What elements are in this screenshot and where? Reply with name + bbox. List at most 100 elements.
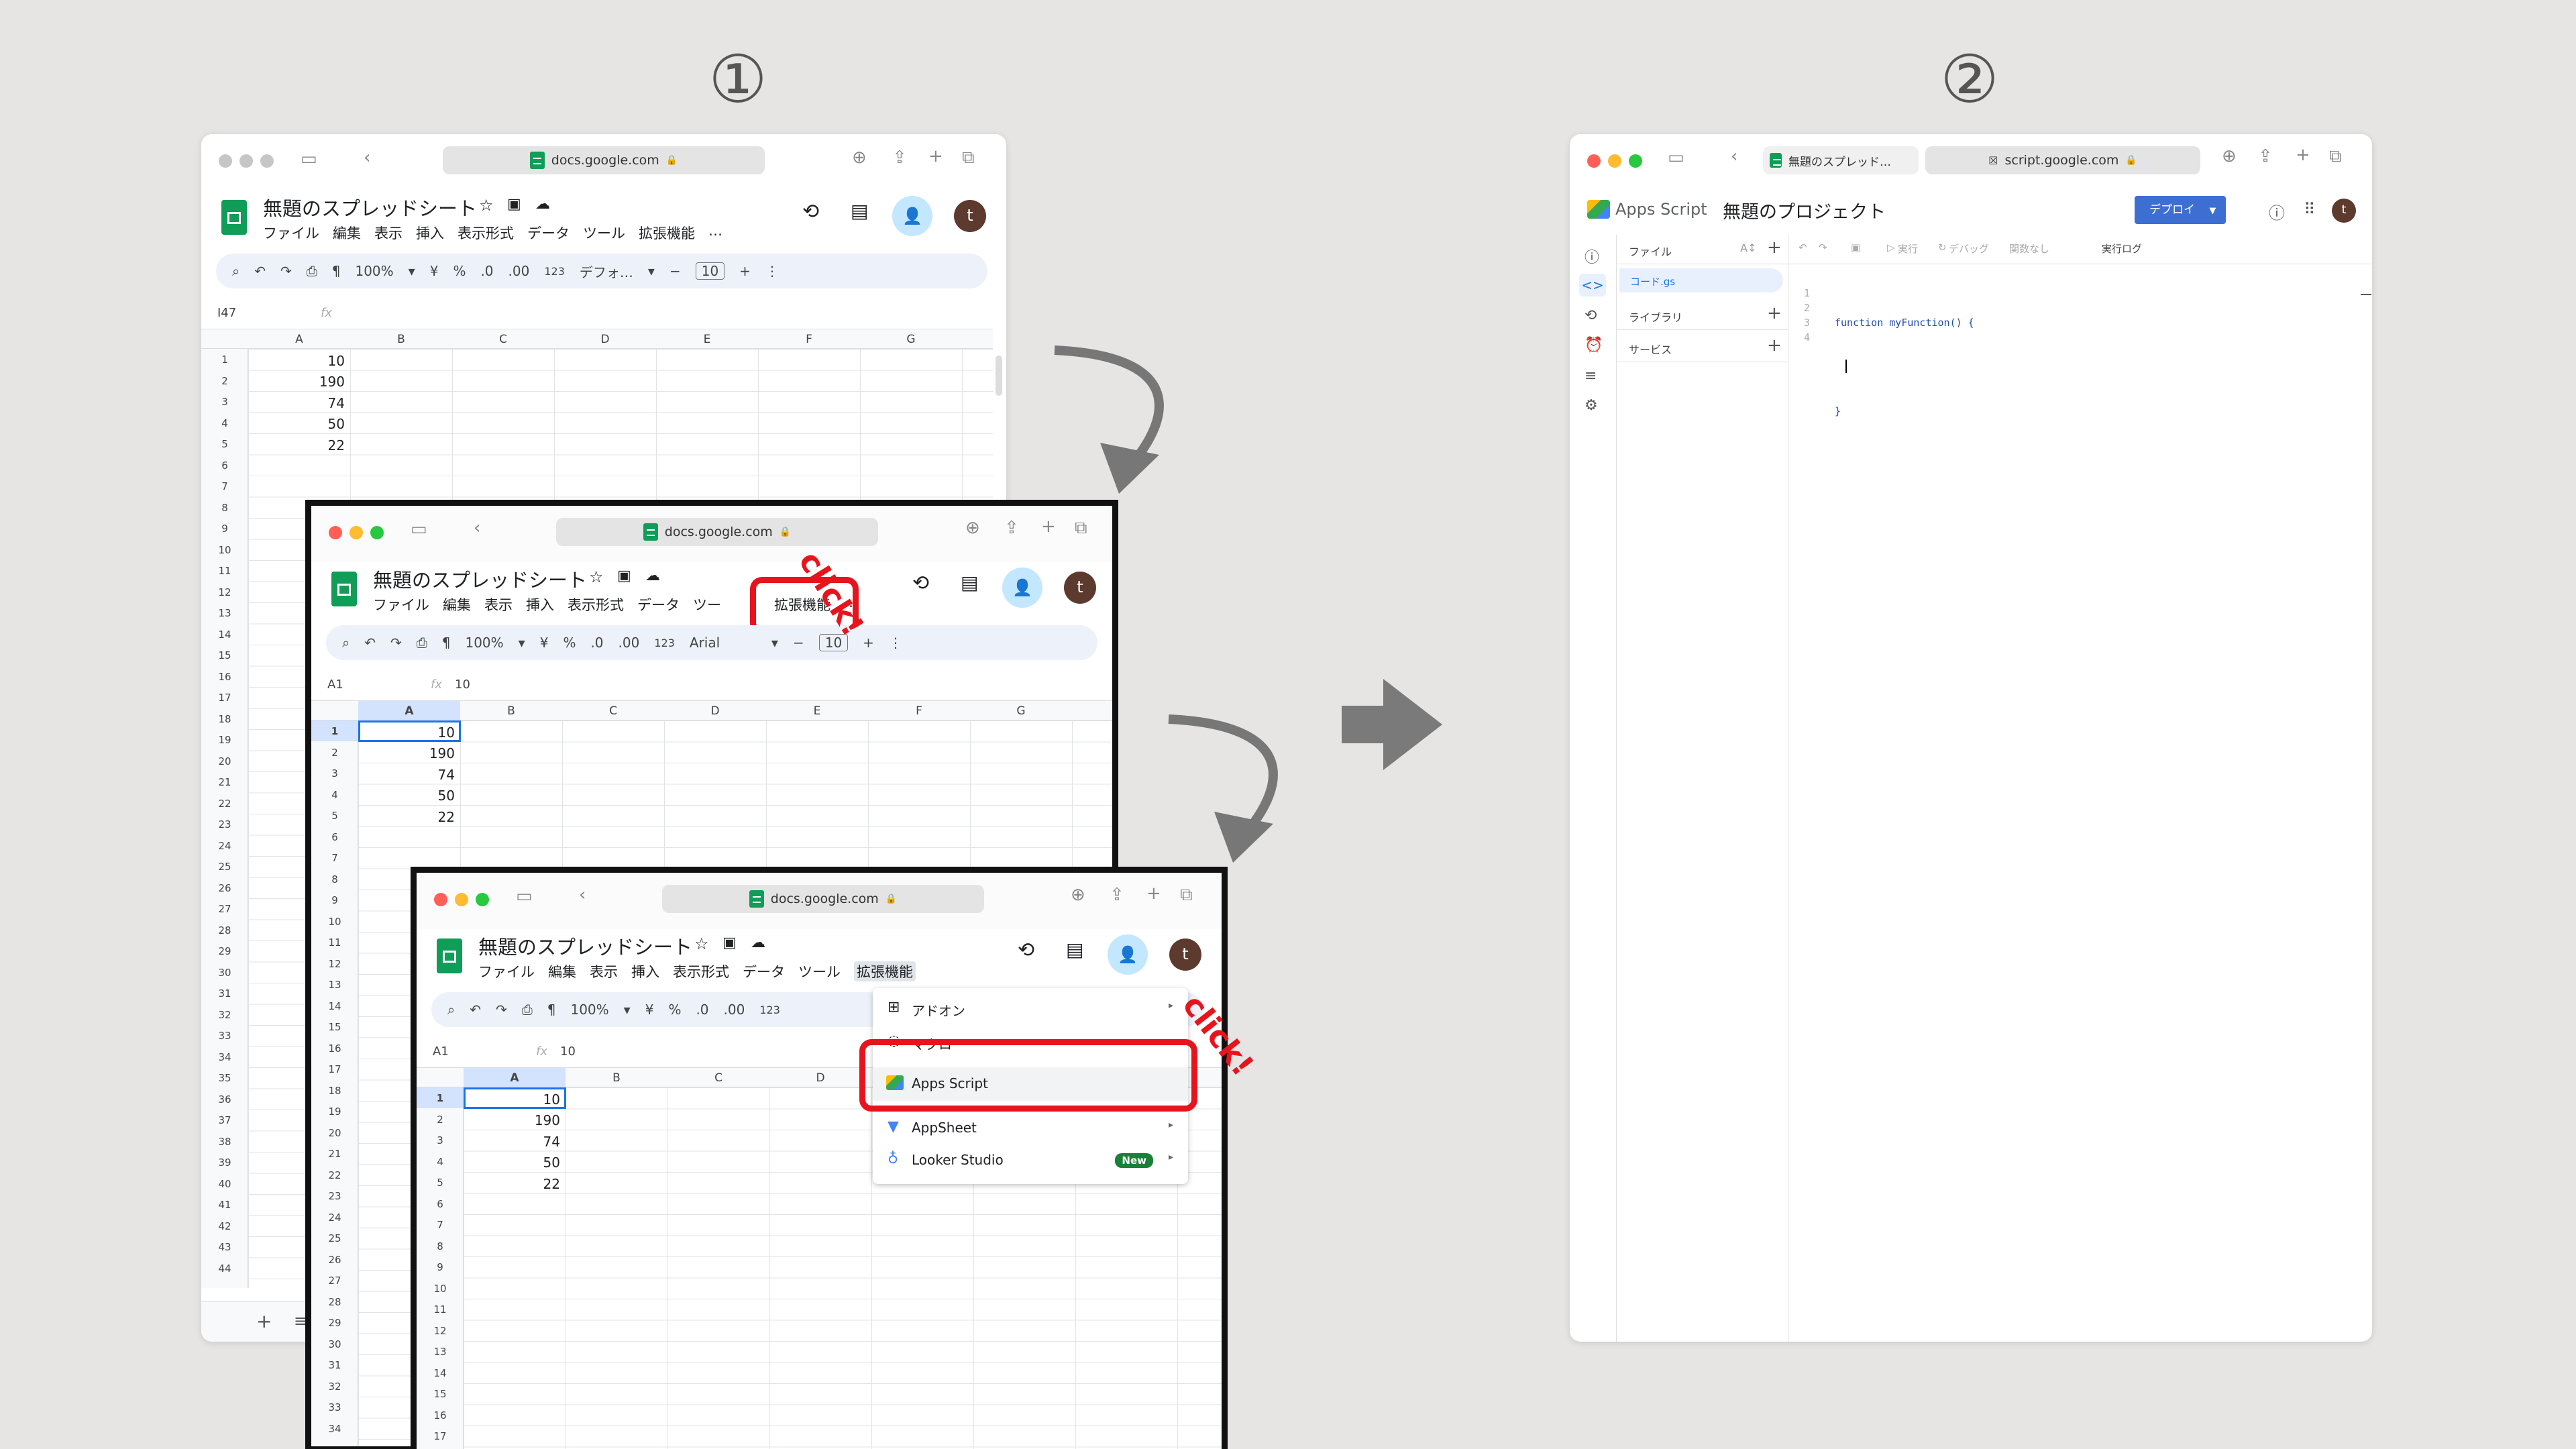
- undo-icon[interactable]: ↶: [254, 263, 266, 279]
- new-tab-icon[interactable]: +: [1146, 883, 1161, 904]
- font-select[interactable]: デフォ…: [580, 262, 633, 281]
- new-tab-icon[interactable]: +: [928, 146, 943, 166]
- row-header[interactable]: 43: [201, 1241, 248, 1253]
- row-header[interactable]: 28: [311, 1296, 358, 1308]
- sheets-logo[interactable]: [331, 572, 357, 606]
- row-header[interactable]: 35: [201, 1072, 248, 1084]
- increase-decimal-button[interactable]: .00: [619, 635, 640, 651]
- menu-edit[interactable]: 編集: [443, 594, 471, 614]
- row-header[interactable]: 7: [417, 1219, 464, 1231]
- row-header[interactable]: 16: [417, 1409, 464, 1421]
- share-icon[interactable]: ⇪: [892, 148, 907, 168]
- menu-data[interactable]: データ: [743, 961, 785, 981]
- row-header[interactable]: 29: [201, 945, 248, 957]
- column-header[interactable]: D: [769, 1071, 871, 1085]
- tabs-icon[interactable]: ⧉: [962, 148, 975, 168]
- currency-button[interactable]: ¥: [645, 1002, 654, 1018]
- row-header[interactable]: 28: [201, 924, 248, 936]
- row-header[interactable]: 6: [201, 460, 248, 472]
- row-header[interactable]: 34: [311, 1423, 358, 1435]
- row-header[interactable]: 3: [417, 1134, 464, 1146]
- row-header[interactable]: 24: [311, 1212, 358, 1224]
- row-header[interactable]: 26: [311, 1254, 358, 1266]
- percent-button[interactable]: %: [563, 635, 576, 651]
- debug-icon[interactable]: ↻: [1938, 241, 1947, 254]
- decrease-decimal-button[interactable]: .0: [480, 263, 493, 279]
- menu-insert[interactable]: 挿入: [416, 223, 444, 243]
- row-header[interactable]: 19: [311, 1106, 358, 1118]
- column-header[interactable]: B: [566, 1071, 667, 1085]
- cloud-icon[interactable]: ☁: [535, 196, 550, 213]
- search-icon[interactable]: ⌕: [342, 635, 350, 651]
- font-select[interactable]: Arial: [690, 635, 757, 651]
- sidebar-icon[interactable]: ▭: [411, 519, 427, 539]
- code-line[interactable]: }: [1835, 404, 1974, 419]
- row-header[interactable]: 11: [201, 565, 248, 577]
- window-controls[interactable]: [219, 154, 274, 168]
- menu-view[interactable]: 表示: [484, 594, 513, 614]
- row-header[interactable]: 29: [311, 1317, 358, 1329]
- avatar[interactable]: t: [2332, 199, 2356, 223]
- row-header[interactable]: 23: [311, 1190, 358, 1202]
- row-header[interactable]: 2: [311, 747, 358, 759]
- minus-icon[interactable]: −: [669, 263, 681, 279]
- cloud-icon[interactable]: ☁: [645, 568, 660, 584]
- row-header[interactable]: 10: [311, 916, 358, 928]
- column-header[interactable]: F: [758, 333, 860, 346]
- row-header[interactable]: 5: [201, 438, 248, 450]
- row-header[interactable]: 7: [201, 480, 248, 492]
- column-header-selected[interactable]: A: [358, 701, 460, 721]
- doc-title[interactable]: 無題のスプレッドシート: [263, 193, 477, 221]
- row-header[interactable]: 13: [417, 1346, 464, 1358]
- row-header[interactable]: 4: [201, 417, 248, 429]
- cell-a5[interactable]: 22: [464, 1176, 560, 1192]
- tabs-icon[interactable]: ⧉: [2329, 146, 2342, 167]
- row-header[interactable]: 12: [201, 586, 248, 598]
- redo-icon[interactable]: ↷: [496, 1002, 507, 1018]
- share-icon[interactable]: ⇪: [1110, 885, 1124, 905]
- row-header[interactable]: 26: [201, 882, 248, 894]
- add-library-icon[interactable]: +: [1767, 303, 1782, 323]
- trigger-alarm-icon[interactable]: ⏰: [1585, 337, 1603, 354]
- address-bar[interactable]: docs.google.com 🔒: [556, 518, 878, 546]
- sidebar-icon[interactable]: ▭: [301, 149, 317, 169]
- cell-a4[interactable]: 50: [248, 416, 345, 432]
- cell-a5[interactable]: 22: [248, 437, 345, 453]
- row-header[interactable]: 24: [201, 840, 248, 852]
- row-header[interactable]: 20: [311, 1127, 358, 1139]
- column-header[interactable]: D: [664, 704, 766, 718]
- run-icon[interactable]: ▷: [1887, 241, 1895, 254]
- save-icon[interactable]: ▣: [1851, 241, 1860, 254]
- sheets-logo[interactable]: [437, 938, 462, 973]
- row-header[interactable]: 7: [311, 852, 358, 864]
- row-header[interactable]: 22: [201, 798, 248, 810]
- tabs-icon[interactable]: ⧉: [1075, 518, 1087, 539]
- redo-icon[interactable]: ↷: [280, 263, 292, 279]
- menu-tools[interactable]: ツール: [583, 223, 625, 243]
- back-icon[interactable]: ‹: [364, 148, 370, 168]
- row-header[interactable]: 33: [201, 1030, 248, 1042]
- add-service-icon[interactable]: +: [1767, 335, 1782, 356]
- row-header[interactable]: 5: [311, 810, 358, 822]
- row-header[interactable]: 38: [201, 1136, 248, 1148]
- row-header[interactable]: 39: [201, 1157, 248, 1169]
- star-icon[interactable]: ☆: [479, 196, 494, 215]
- row-header[interactable]: 9: [311, 894, 358, 906]
- currency-button[interactable]: ¥: [540, 635, 549, 651]
- menu-extensions[interactable]: 拡張機能: [639, 223, 695, 243]
- new-tab-icon[interactable]: +: [1041, 517, 1056, 537]
- row-header[interactable]: 34: [201, 1051, 248, 1063]
- row-header[interactable]: 15: [417, 1388, 464, 1400]
- executions-icon[interactable]: ≡: [1585, 368, 1597, 384]
- increase-decimal-button[interactable]: .00: [508, 263, 530, 279]
- cell-a1[interactable]: 10: [358, 724, 455, 741]
- name-box[interactable]: A1: [327, 678, 343, 692]
- address-bar[interactable]: docs.google.com 🔒: [662, 885, 984, 913]
- sidebar-icon[interactable]: ▭: [516, 886, 533, 906]
- cloud-icon[interactable]: ☁: [751, 934, 765, 951]
- menu-view[interactable]: 表示: [374, 223, 402, 243]
- formula-value[interactable]: 10: [455, 678, 470, 692]
- cell-a3[interactable]: 74: [248, 395, 345, 411]
- row-header[interactable]: 4: [417, 1156, 464, 1168]
- row-header[interactable]: 25: [201, 861, 248, 873]
